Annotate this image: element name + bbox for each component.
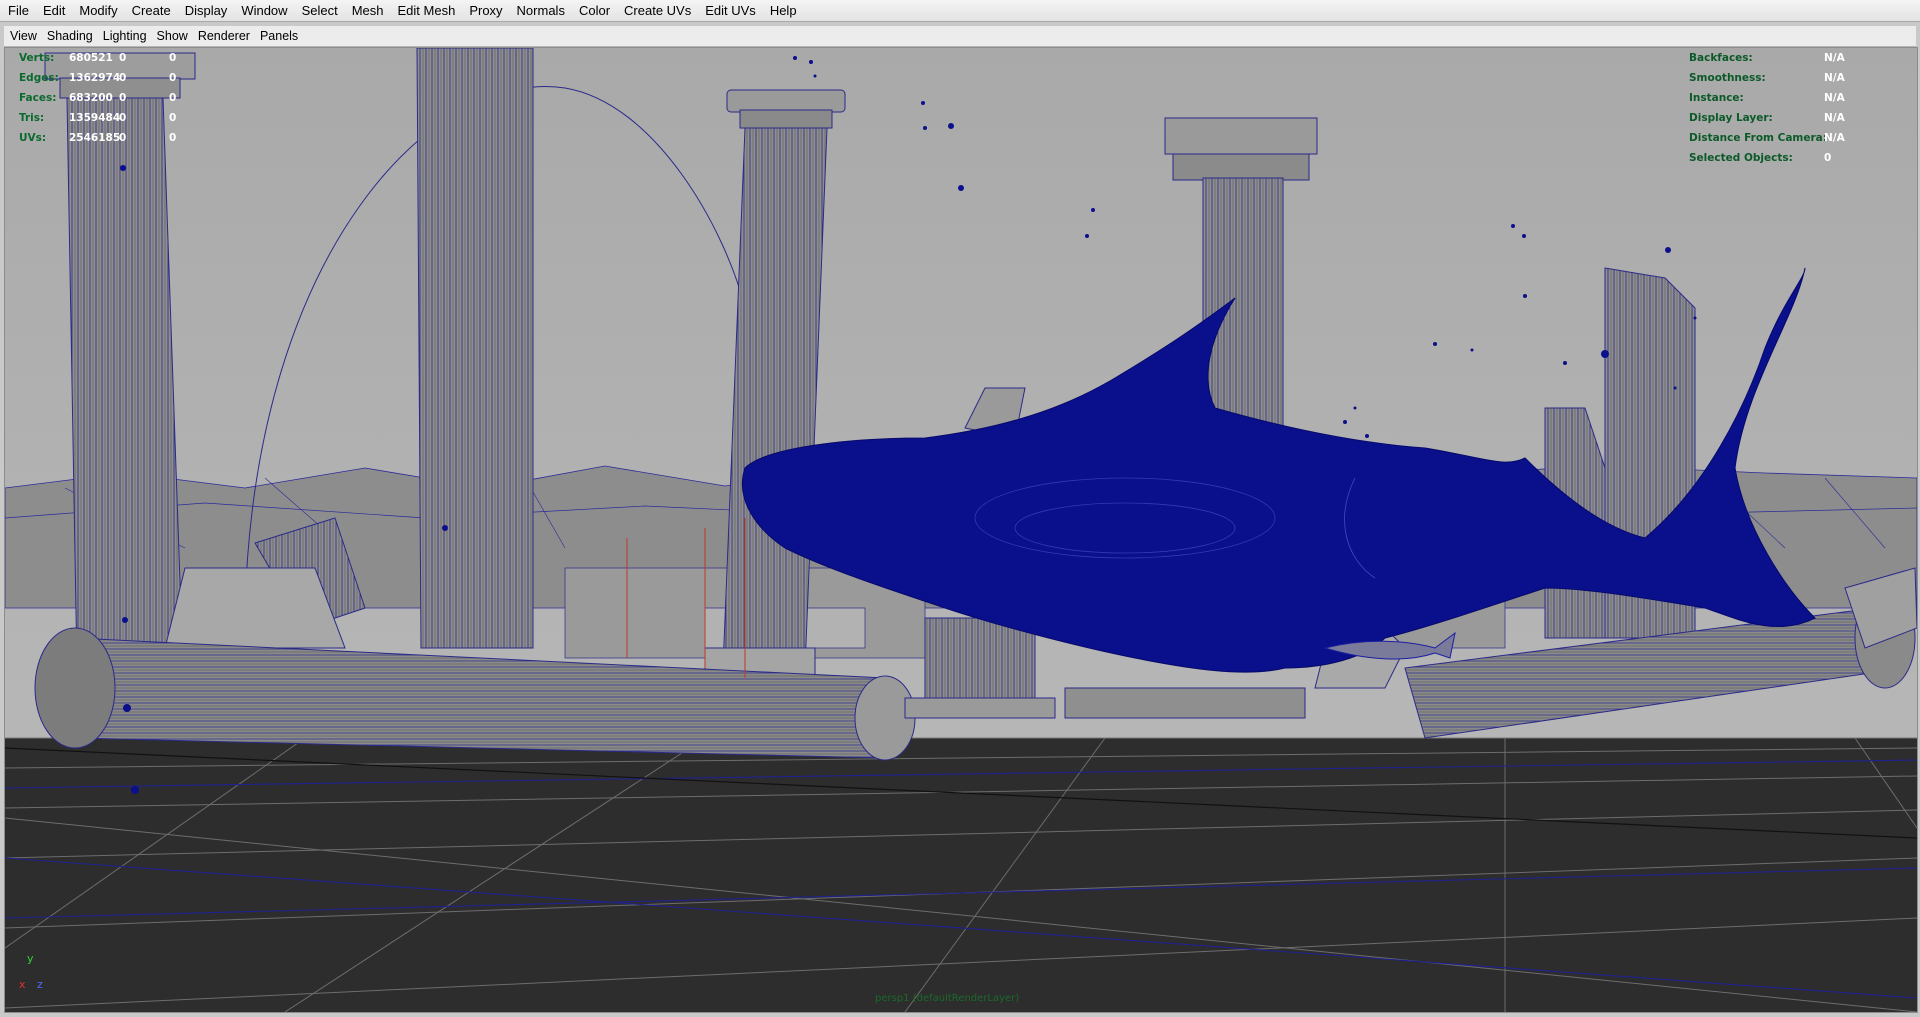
hud-stat-label: Tris: bbox=[19, 112, 45, 124]
menu-edit[interactable]: Edit bbox=[36, 0, 72, 21]
main-menu-bar: File Edit Modify Create Display Window Select M… bbox=[0, 0, 1920, 22]
menu-color[interactable]: Color bbox=[572, 0, 617, 21]
hud-stat-v2: 0 bbox=[119, 52, 127, 64]
menu-edit-uvs[interactable]: Edit UVs bbox=[698, 0, 763, 21]
hud-info-label: Instance: bbox=[1689, 92, 1744, 104]
hud-stat-v1: 2546185 bbox=[69, 132, 121, 144]
hud-stat-v2: 0 bbox=[119, 112, 127, 124]
scene-render bbox=[5, 48, 1917, 1012]
axis-y-label: y bbox=[27, 952, 34, 965]
menu-help[interactable]: Help bbox=[763, 0, 804, 21]
hud-stat-v1: 1359484 bbox=[69, 112, 121, 124]
menu-normals[interactable]: Normals bbox=[510, 0, 572, 21]
hud-stat-v2: 0 bbox=[119, 72, 127, 84]
hud-info-label: Distance From Camera: bbox=[1689, 132, 1827, 144]
hud-stat-v1: 680521 bbox=[69, 52, 113, 64]
hud-stat-v3: 0 bbox=[169, 72, 177, 84]
hud-info-value: N/A bbox=[1824, 72, 1845, 84]
perspective-viewport[interactable]: Verts: 680521 0 0 Edges: 1362974 0 0 Faces: 68320… bbox=[4, 47, 1918, 1013]
hud-stat-v3: 0 bbox=[169, 112, 177, 124]
hud-stat-v1: 683200 bbox=[69, 92, 113, 104]
hud-stat-label: Faces: bbox=[19, 92, 57, 104]
panel-menu-shading[interactable]: Shading bbox=[42, 26, 98, 46]
hud-stat-label: UVs: bbox=[19, 132, 47, 144]
menu-create-uvs[interactable]: Create UVs bbox=[617, 0, 698, 21]
hud-info-label: Display Layer: bbox=[1689, 112, 1773, 124]
hud-info-value: N/A bbox=[1824, 132, 1845, 144]
menu-file[interactable]: File bbox=[0, 0, 36, 21]
hud-info-value: N/A bbox=[1824, 92, 1845, 104]
panel-menu-panels[interactable]: Panels bbox=[255, 26, 303, 46]
axis-x-label: x bbox=[19, 978, 26, 991]
hud-stat-v2: 0 bbox=[119, 132, 127, 144]
camera-name-label: persp1 (defaultRenderLayer) bbox=[875, 993, 1020, 1004]
menu-mesh[interactable]: Mesh bbox=[345, 0, 391, 21]
menu-select[interactable]: Select bbox=[295, 0, 345, 21]
panel-menu-lighting[interactable]: Lighting bbox=[98, 26, 152, 46]
panel-menu-show[interactable]: Show bbox=[152, 26, 193, 46]
menu-modify[interactable]: Modify bbox=[72, 0, 124, 21]
hud-stat-v2: 0 bbox=[119, 92, 127, 104]
hud-info-value: N/A bbox=[1824, 52, 1845, 64]
hud-info-label: Smoothness: bbox=[1689, 72, 1766, 84]
menu-display[interactable]: Display bbox=[178, 0, 235, 21]
hud-stat-v3: 0 bbox=[169, 92, 177, 104]
hud-info-label: Backfaces: bbox=[1689, 52, 1753, 64]
hud-stat-v3: 0 bbox=[169, 132, 177, 144]
hud-stat-v1: 1362974 bbox=[69, 72, 121, 84]
menu-create[interactable]: Create bbox=[125, 0, 178, 21]
panel-menu-bar: View Shading Lighting Show Renderer Panels bbox=[4, 26, 1916, 47]
hud-stat-label: Edges: bbox=[19, 72, 59, 84]
axis-z-label: z bbox=[37, 978, 43, 991]
menu-window[interactable]: Window bbox=[234, 0, 294, 21]
axis-gizmo: y x z bbox=[15, 952, 55, 992]
hud-info-value: N/A bbox=[1824, 112, 1845, 124]
hud-info-value: 0 bbox=[1824, 152, 1832, 164]
panel-menu-view[interactable]: View bbox=[4, 26, 42, 46]
panel-menu-renderer[interactable]: Renderer bbox=[193, 26, 255, 46]
hud-stat-v3: 0 bbox=[169, 52, 177, 64]
hud-info-label: Selected Objects: bbox=[1689, 152, 1793, 164]
menu-edit-mesh[interactable]: Edit Mesh bbox=[391, 0, 463, 21]
menu-proxy[interactable]: Proxy bbox=[462, 0, 509, 21]
hud-stat-label: Verts: bbox=[19, 52, 55, 64]
